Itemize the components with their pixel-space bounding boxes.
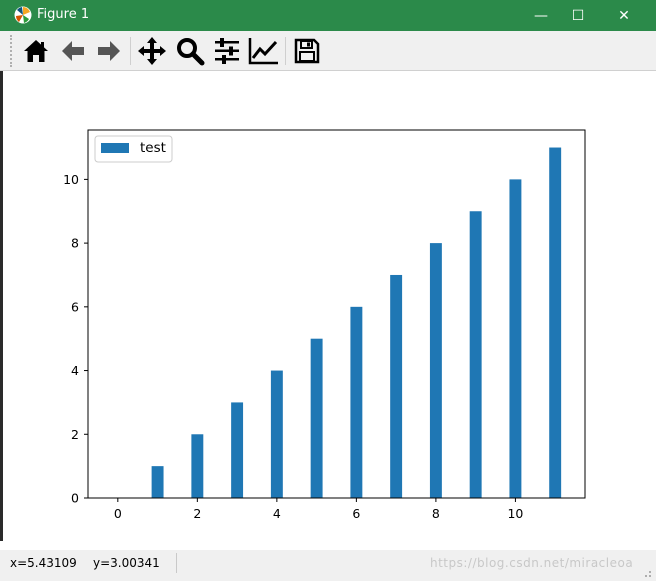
window-title: Figure 1 <box>37 7 90 22</box>
legend: test <box>94 135 173 163</box>
legend-label: test <box>140 140 166 156</box>
configure-subplots-button[interactable] <box>211 35 243 67</box>
bar-5 <box>310 338 323 498</box>
x-tick-label: 2 <box>193 506 201 521</box>
toolbar-grip[interactable] <box>10 35 14 67</box>
y-tick-label: 4 <box>71 363 79 378</box>
x-tick-label: 4 <box>273 506 281 521</box>
floppy-disk-icon <box>294 38 320 64</box>
line-chart-icon <box>248 38 278 65</box>
x-tick-label: 0 <box>114 506 122 521</box>
arrow-right-icon <box>98 41 120 61</box>
bar-chart[interactable]: 0 2 4 6 8 10 0 2 4 6 8 10 test <box>0 71 656 550</box>
bar-1 <box>151 466 164 498</box>
y-tick-label: 8 <box>71 236 79 251</box>
zoom-button[interactable] <box>174 35 206 67</box>
edit-axis-button[interactable] <box>248 35 280 67</box>
cursor-x-readout: x=5.43109 <box>10 556 77 570</box>
bar-8 <box>429 243 442 498</box>
y-tick-label: 10 <box>63 172 79 187</box>
x-tick-label: 8 <box>432 506 440 521</box>
maximize-icon: ☐ <box>571 7 585 24</box>
matplotlib-logo-icon <box>14 6 32 24</box>
sliders-icon <box>215 38 239 64</box>
minimize-icon: — <box>534 7 548 24</box>
close-button[interactable]: ✕ <box>601 0 647 31</box>
bar-10 <box>509 179 522 498</box>
cursor-y-readout: y=3.00341 <box>93 556 160 570</box>
back-button[interactable] <box>57 35 89 67</box>
home-button[interactable] <box>20 35 52 67</box>
forward-button[interactable] <box>93 35 125 67</box>
figure-canvas[interactable]: 0 2 4 6 8 10 0 2 4 6 8 10 test <box>0 71 656 550</box>
y-tick-label: 2 <box>71 427 79 442</box>
watermark-text: https://blog.csdn.net/miracleoa <box>430 556 634 570</box>
magnifier-icon <box>177 38 205 66</box>
bar-3 <box>231 402 244 498</box>
window-titlebar: Figure 1 — ☐ ✕ <box>0 0 656 31</box>
arrow-left-icon <box>62 41 84 61</box>
y-tick-label: 6 <box>71 299 79 314</box>
save-button[interactable] <box>291 35 323 67</box>
navigation-toolbar <box>0 31 656 71</box>
x-tick-label: 10 <box>507 506 523 521</box>
home-icon <box>24 40 48 62</box>
toolbar-separator <box>130 37 131 65</box>
resize-grip-icon[interactable] <box>642 568 652 578</box>
close-icon: ✕ <box>618 7 630 24</box>
y-tick-label: 0 <box>71 491 79 506</box>
bar-4 <box>270 370 283 498</box>
bar-6 <box>350 306 363 498</box>
toolbar-separator <box>285 37 286 65</box>
pan-button[interactable] <box>136 35 168 67</box>
legend-swatch <box>101 143 129 153</box>
bar-7 <box>390 274 403 498</box>
bar-11 <box>549 147 562 498</box>
move-icon <box>138 37 166 65</box>
bar-2 <box>191 434 204 498</box>
x-tick-label: 6 <box>352 506 360 521</box>
maximize-button[interactable]: ☐ <box>555 0 601 31</box>
status-separator <box>176 553 177 573</box>
status-bar: x=5.43109 y=3.00341 https://blog.csdn.ne… <box>0 550 656 581</box>
bar-9 <box>469 211 482 498</box>
